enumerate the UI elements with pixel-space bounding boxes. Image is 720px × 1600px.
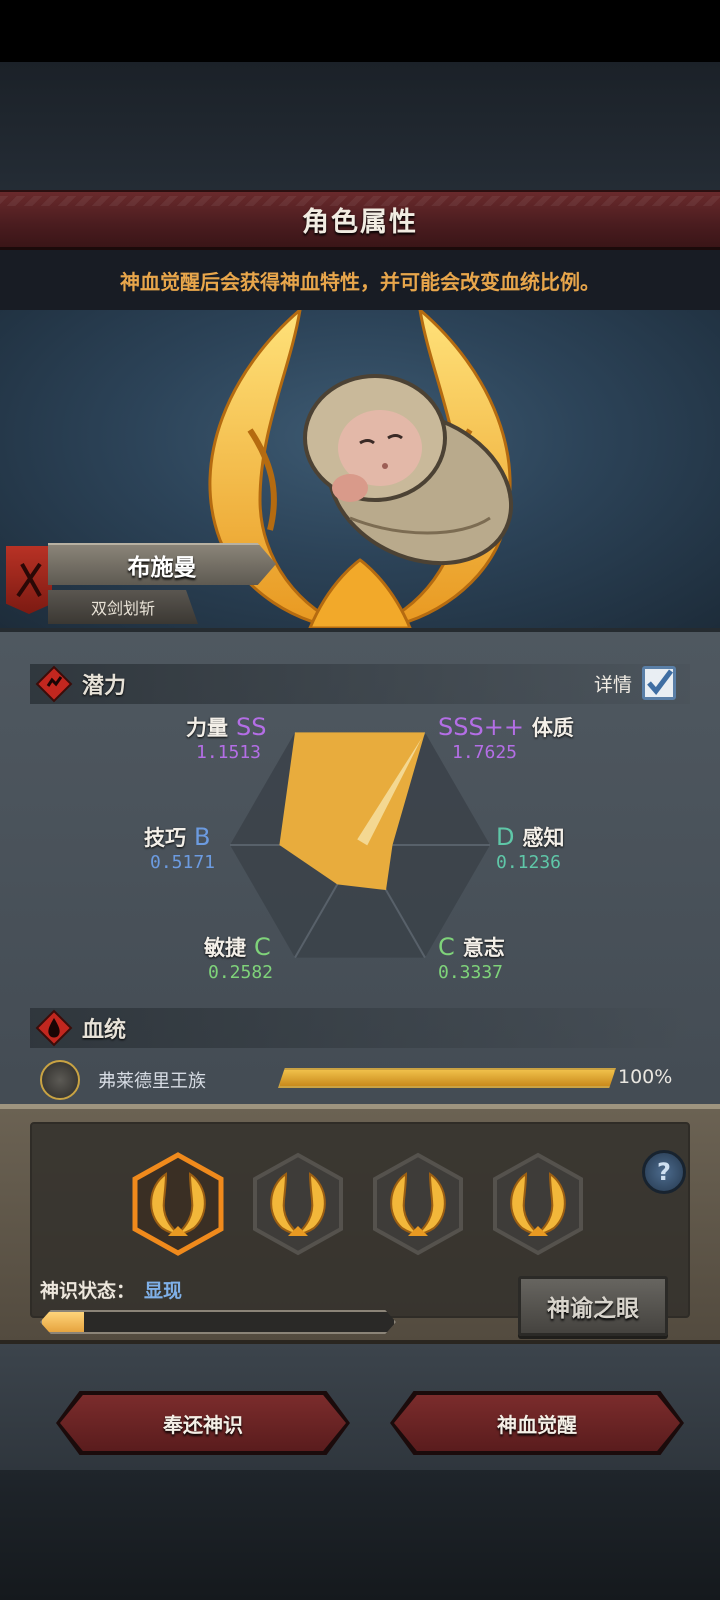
stat-name: 感知 — [522, 826, 565, 850]
class-emblem-icon — [6, 546, 52, 614]
stat-grade: C — [254, 933, 271, 961]
divine-state-value: 显现 — [144, 1280, 183, 1302]
checkmark-icon — [647, 669, 673, 695]
golden-wings-icon — [493, 1152, 583, 1256]
stat-will: C 意志 0.3337 — [438, 932, 505, 983]
royal-crest-icon — [40, 1060, 80, 1100]
stat-perception: D 感知 0.1236 — [496, 822, 564, 873]
stat-name: 意志 — [462, 936, 505, 960]
stat-value: 0.2582 — [208, 962, 274, 983]
character-name: 布施曼 — [127, 555, 197, 581]
page-title: 角色属性 — [302, 207, 418, 238]
stat-grade: D — [496, 823, 515, 851]
stat-name: 体质 — [531, 716, 574, 740]
stat-grade: SS — [236, 713, 267, 741]
bloodline-progress-bar — [278, 1068, 616, 1088]
stat-agility: 敏捷 C 0.2582 — [204, 932, 273, 983]
stat-grade: C — [438, 933, 455, 961]
blood-drop-icon — [32, 1006, 76, 1050]
stat-name: 技巧 — [144, 826, 186, 850]
character-class: 双剑划斩 — [90, 599, 155, 618]
golden-wings-icon — [132, 1152, 224, 1256]
dimmed-background-bottom — [0, 1470, 720, 1600]
bloodline-percent: 100% — [618, 1066, 673, 1088]
divine-progress-fill — [42, 1312, 85, 1332]
stat-constitution: SSS++ 体质 1.7625 — [438, 712, 574, 763]
stat-grade: SSS++ — [438, 713, 524, 741]
dimmed-background-top — [0, 62, 720, 190]
return-divine-sense-button[interactable]: 奉还神识 — [60, 1395, 346, 1451]
help-button[interactable]: ? — [642, 1150, 686, 1194]
stat-value: 0.5171 — [150, 852, 216, 873]
swaddled-baby-icon — [303, 374, 514, 566]
subtitle-text: 神血觉醒后会获得神血特性，并可能会改变血统比例。 — [120, 269, 600, 294]
character-class-banner: 双剑划斩 — [48, 590, 198, 624]
oracle-eye-label: 神谕之眼 — [547, 1296, 639, 1322]
bloodline-item: 弗莱德里王族 100% — [40, 1060, 690, 1100]
potential-icon — [32, 662, 76, 706]
bloodline-section-header: 血统 — [30, 1008, 690, 1048]
oracle-eye-button[interactable]: 神谕之眼 — [518, 1276, 668, 1336]
stat-skill: 技巧 B 0.5171 — [144, 822, 215, 873]
potential-section-header: 潜力 — [30, 664, 690, 704]
return-button-label: 奉还神识 — [163, 1412, 243, 1437]
bloodline-title: 血统 — [82, 1018, 127, 1043]
question-icon: ? — [657, 1158, 671, 1186]
potential-title: 潜力 — [82, 674, 127, 699]
golden-wings-icon — [253, 1152, 343, 1256]
stat-value: 1.1513 — [196, 742, 262, 763]
divine-blood-awaken-button[interactable]: 神血觉醒 — [394, 1395, 680, 1451]
divine-slot-2[interactable] — [252, 1152, 344, 1256]
stat-value: 1.7625 — [452, 742, 518, 763]
bloodline-name: 弗莱德里王族 — [98, 1071, 206, 1092]
divine-state-label: 神识状态： — [40, 1280, 136, 1302]
title-banner: 角色属性 — [0, 190, 720, 250]
bloodline-progress-fill — [280, 1070, 614, 1086]
detail-toggle[interactable]: 详情 — [594, 666, 676, 700]
divine-slot-4[interactable] — [492, 1152, 584, 1256]
status-bar — [0, 0, 720, 62]
stat-value: 0.3337 — [438, 962, 504, 983]
divine-slot-3[interactable] — [372, 1152, 464, 1256]
awaken-button-label: 神血觉醒 — [497, 1412, 577, 1437]
stat-grade: B — [194, 823, 211, 851]
stat-value: 0.1236 — [496, 852, 562, 873]
stat-name: 力量 — [186, 716, 228, 740]
subtitle-bar: 神血觉醒后会获得神血特性，并可能会改变血统比例。 — [0, 250, 720, 310]
golden-wings-icon — [373, 1152, 463, 1256]
character-name-banner: 布施曼 — [48, 543, 276, 585]
stat-strength: 力量 SS 1.1513 — [186, 712, 266, 763]
detail-label: 详情 — [593, 673, 632, 696]
divine-slot-1[interactable] — [132, 1152, 224, 1256]
stat-name: 敏捷 — [204, 936, 246, 960]
detail-checkbox[interactable] — [642, 666, 676, 700]
divine-progress-bar — [40, 1310, 396, 1334]
